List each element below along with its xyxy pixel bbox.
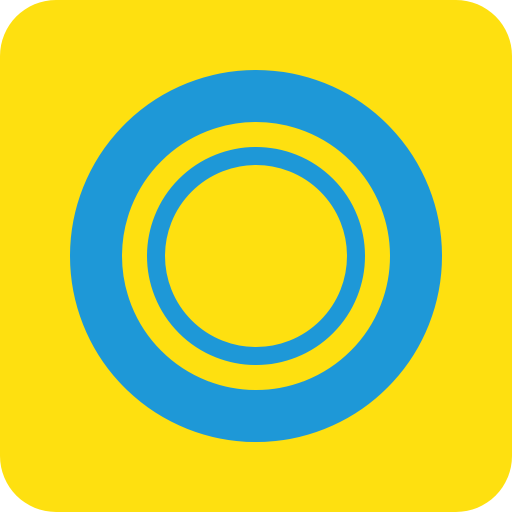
- app-icon-tile[interactable]: [0, 0, 512, 512]
- concentric-rings-icon: [0, 0, 512, 512]
- app-icon-canvas: [0, 0, 512, 512]
